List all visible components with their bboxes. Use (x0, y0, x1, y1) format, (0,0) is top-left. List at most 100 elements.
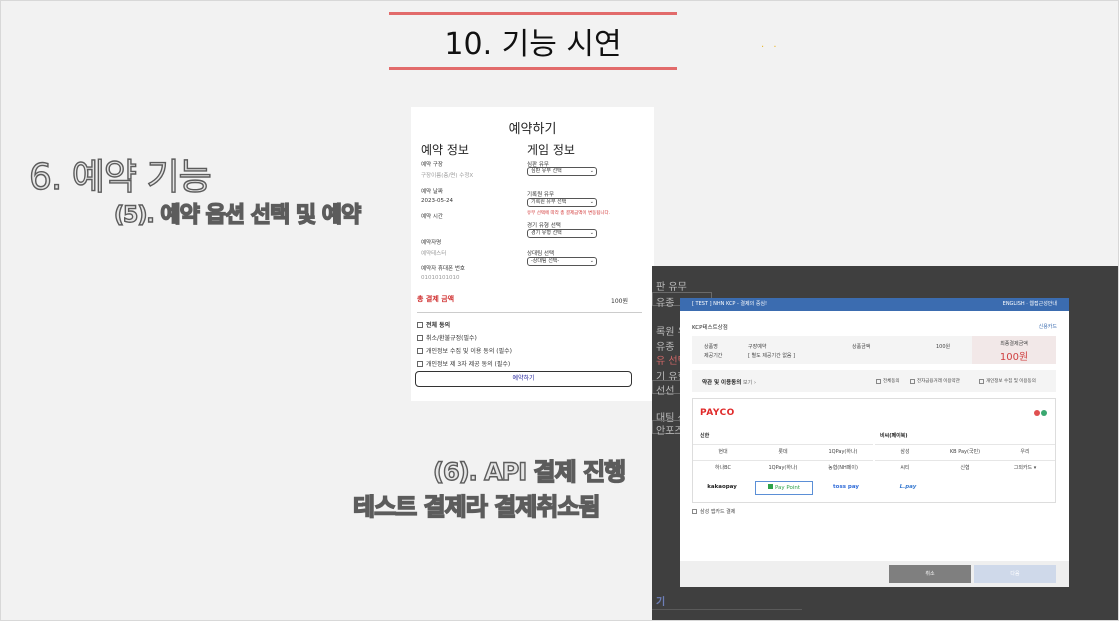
card-option[interactable]: 롯데 (753, 444, 813, 460)
terms-title: 약관 및 이용동의 보기 › (702, 378, 756, 386)
match-type-select-value: 경기 유형 선택 (531, 230, 562, 236)
lpay-button[interactable]: L.pay (879, 481, 937, 495)
card-option[interactable]: 씨티 (875, 460, 935, 476)
card-option[interactable]: 우리 (995, 444, 1055, 460)
venue-label: 예약 구장 (421, 162, 443, 168)
checkbox-box (910, 378, 915, 384)
slide-title: 10. 기능 시연 (389, 12, 677, 70)
samsung-appcard-checkbox[interactable]: 삼성 앱카드 결제 (692, 508, 735, 515)
checkbox-box (692, 509, 697, 514)
period-value: [ 별도 제공기간 없음 ] (748, 353, 796, 359)
payco-badges (1034, 410, 1047, 416)
checkbox-box (417, 347, 423, 354)
card-option[interactable]: 농협(NH페이) (813, 460, 873, 476)
terms-ecommerce-checkbox[interactable]: 전자금융거래 이용약관 (910, 378, 960, 384)
checkbox-box (979, 378, 984, 384)
modal-footer: 취소 다음 (680, 561, 1069, 587)
group-bc[interactable]: 비씨(페이북) (880, 432, 908, 439)
section-reservation-info: 예약 정보 (421, 143, 469, 157)
agree-all-checkbox[interactable]: 전체 동의 (417, 320, 450, 329)
checkbox-box (417, 321, 423, 328)
credit-card-link[interactable]: 신용카드 (1039, 323, 1057, 330)
badge-icon (1041, 410, 1047, 416)
section-game-info: 게임 정보 (527, 143, 575, 157)
terms-bar: 약관 및 이용동의 보기 › 전체동의 전자금융거래 이용약관 개인정보 수집 … (692, 370, 1056, 392)
final-amount-box: 최종결제금액 100원 (972, 336, 1056, 364)
agree-refund-checkbox[interactable]: 취소/환불규정(필수) (417, 333, 477, 342)
card-option[interactable]: 삼성 (875, 444, 935, 460)
final-amount-label: 최종결제금액 (1000, 341, 1028, 347)
paypoint-button[interactable]: Pay Point (755, 481, 813, 495)
recorder-select-value: 기록원 유무 선택 (531, 199, 567, 205)
terms-more-link[interactable]: 보기 (743, 380, 752, 386)
decoration-dots: . . (761, 39, 780, 50)
amount-value: 100원 (936, 344, 951, 350)
opponent-select[interactable]: -상대팀 선택- ⌄ (527, 257, 597, 266)
chevron-down-icon: ⌄ (589, 199, 594, 205)
phone-label: 예약자 휴대폰 번호 (421, 266, 465, 272)
chevron-right-icon: › (753, 380, 756, 386)
recorder-warning: 유무 선택에 따라 총 결제금액이 변동됩니다. (527, 211, 611, 216)
presentation-slide: 10. 기능 시연 . . 6. 예약 기능 (5). 예약 옵션 선택 및 예… (0, 0, 1119, 621)
card-option[interactable]: 1QPay(하나) (813, 444, 873, 460)
modal-header-links[interactable]: ENGLISH · 웹접근성안내 (1003, 298, 1057, 311)
card-option[interactable]: 신협 (935, 460, 995, 476)
card-option[interactable]: 현대 (693, 444, 753, 460)
caret-down-icon: ▾ (1033, 465, 1037, 471)
date-value: 2023-05-24 (421, 198, 453, 204)
total-amount-value: 100원 (611, 298, 628, 305)
product-value: 구장예약 (748, 344, 767, 350)
judge-select-value: 심판 유무 선택 (531, 168, 562, 174)
match-type-label: 경기 유형 선택 (527, 223, 561, 229)
cancel-button[interactable]: 취소 (889, 565, 971, 583)
card-option[interactable]: 1QPay(하나) (753, 460, 813, 476)
group-shinhan[interactable]: 신한 (700, 432, 709, 439)
order-info: 상품명 구장예약 제공기간 [ 별도 제공기간 없음 ] 상품금액 100원 최… (692, 336, 1056, 364)
bg-text: 선선 (656, 386, 675, 397)
name-label: 예약자명 (421, 240, 442, 246)
agree-privacy-label: 개인정보 수집 및 이용 동의 (필수) (426, 348, 512, 355)
card-option[interactable]: KB Pay(국민) (935, 444, 995, 460)
bg-text: 판 유무 (656, 282, 687, 293)
name-value: 예약테스터 (421, 251, 447, 257)
paypoint-icon (767, 484, 773, 489)
checkbox-box (417, 334, 423, 341)
chevron-down-icon: ⌄ (589, 168, 594, 174)
other-cards-label: 그외카드 (1013, 465, 1033, 471)
divider (417, 312, 642, 313)
terms-all-label: 전체동의 (883, 379, 900, 384)
judge-select[interactable]: 심판 유무 선택 ⌄ (527, 167, 597, 176)
opponent-select-value: -상대팀 선택- (531, 258, 560, 264)
card-option[interactable]: 하나BC (693, 460, 753, 476)
tosspay-button[interactable]: toss pay (817, 481, 875, 495)
caption-test-cancel: 테스트 결제라 결제취소됨 (352, 492, 601, 521)
reserve-button[interactable]: 예약하기 (415, 371, 632, 387)
bg-text: 기 (656, 597, 666, 608)
next-button[interactable]: 다음 (974, 565, 1056, 583)
checkbox-box (417, 360, 423, 367)
chevron-down-icon: ⌄ (589, 230, 594, 236)
reservation-form: 예약하기 예약 정보 게임 정보 예약 구장 구장이름(층/면) 수정X 예약 … (411, 107, 654, 401)
terms-privacy-checkbox[interactable]: 개인정보 수집 및 이용동의 (979, 378, 1036, 384)
caption-reservation-feature: 6. 예약 기능 (28, 156, 212, 198)
terms-all-checkbox[interactable]: 전체동의 (876, 378, 900, 384)
bg-text: 유종 (656, 342, 675, 353)
agree-privacy-checkbox[interactable]: 개인정보 수집 및 이용 동의 (필수) (417, 346, 512, 355)
paypoint-label: Pay Point (774, 485, 801, 491)
kcp-payment-modal: [ TEST ] NHN KCP - 결제의 중심! ENGLISH · 웹접근… (680, 298, 1069, 587)
kakaopay-button[interactable]: kakaopay (693, 481, 751, 495)
other-cards-dropdown[interactable]: 그외카드 ▾ (995, 460, 1055, 476)
caption-option-select: (5). 예약 옵션 선택 및 예약 (113, 202, 362, 228)
agree-refund-label: 취소/환불규정(필수) (426, 335, 477, 342)
agree-third-party-checkbox[interactable]: 개인정보 제 3자 제공 동의 (필수) (417, 359, 510, 368)
match-type-select[interactable]: 경기 유형 선택 ⌄ (527, 229, 597, 238)
modal-header-title: [ TEST ] NHN KCP - 결제의 중심! (692, 301, 768, 307)
total-amount-label: 총 결제 금액 (417, 295, 455, 303)
recorder-select[interactable]: 기록원 유무 선택 ⌄ (527, 198, 597, 207)
payco-logo[interactable]: PAYCO (700, 408, 735, 418)
agree-third-party-label: 개인정보 제 3자 제공 동의 (필수) (426, 361, 511, 368)
date-label: 예약 날짜 (421, 189, 443, 195)
modal-header: [ TEST ] NHN KCP - 결제의 중심! ENGLISH · 웹접근… (680, 298, 1069, 311)
time-label: 예약 시간 (421, 214, 443, 220)
opponent-label: 상대팀 선택 (527, 251, 555, 257)
